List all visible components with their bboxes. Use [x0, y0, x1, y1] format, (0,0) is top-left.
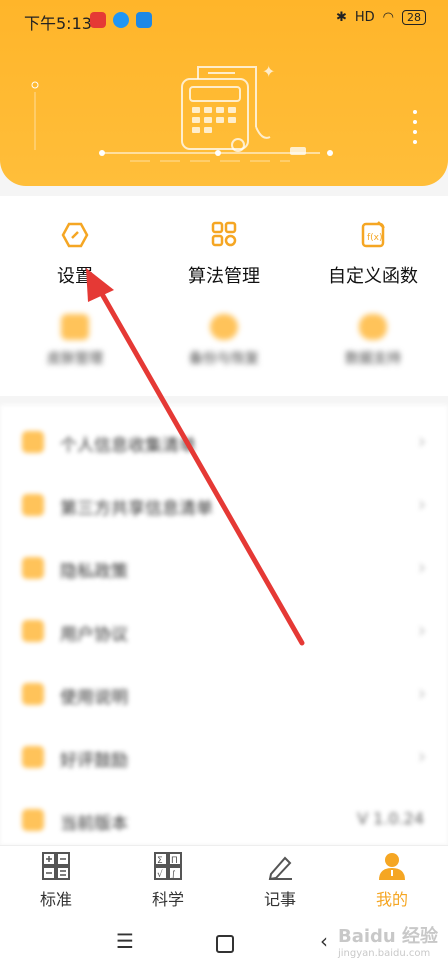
watermark-url: jingyan.baidu.com — [337, 948, 431, 959]
bottom-tab-bar: 标准 ΣΠ √ ∫ 科学 记事 我的 — [0, 845, 448, 914]
pencil-note-icon — [268, 856, 292, 881]
scientific-calculator-icon: ΣΠ √ ∫ — [154, 852, 182, 880]
svg-text:Σ: Σ — [157, 856, 163, 866]
tab-mine[interactable]: 我的 — [336, 852, 448, 910]
tab-standard[interactable]: 标准 — [0, 852, 112, 910]
tab-notes[interactable]: 记事 — [224, 852, 336, 910]
user-profile-icon — [379, 853, 405, 880]
tab-mine-label: 我的 — [375, 890, 408, 909]
standard-calculator-icon — [42, 852, 70, 880]
home-icon[interactable] — [216, 935, 234, 953]
tab-scientific-label: 科学 — [151, 890, 184, 909]
annotation-arrow-icon — [86, 268, 305, 646]
svg-text:√: √ — [157, 869, 163, 880]
svg-text:∫: ∫ — [171, 870, 176, 880]
watermark-brand: Baidu 经验 — [337, 926, 438, 947]
back-icon[interactable]: ‹ — [320, 929, 328, 953]
tab-notes-label: 记事 — [263, 890, 296, 909]
menu-icon[interactable]: ☰ — [116, 929, 134, 953]
tab-standard-label: 标准 — [39, 890, 72, 909]
tab-scientific[interactable]: ΣΠ √ ∫ 科学 — [112, 852, 224, 910]
watermark: Baidu 经验 jingyan.baidu.com — [338, 922, 438, 959]
svg-text:Π: Π — [171, 856, 178, 866]
